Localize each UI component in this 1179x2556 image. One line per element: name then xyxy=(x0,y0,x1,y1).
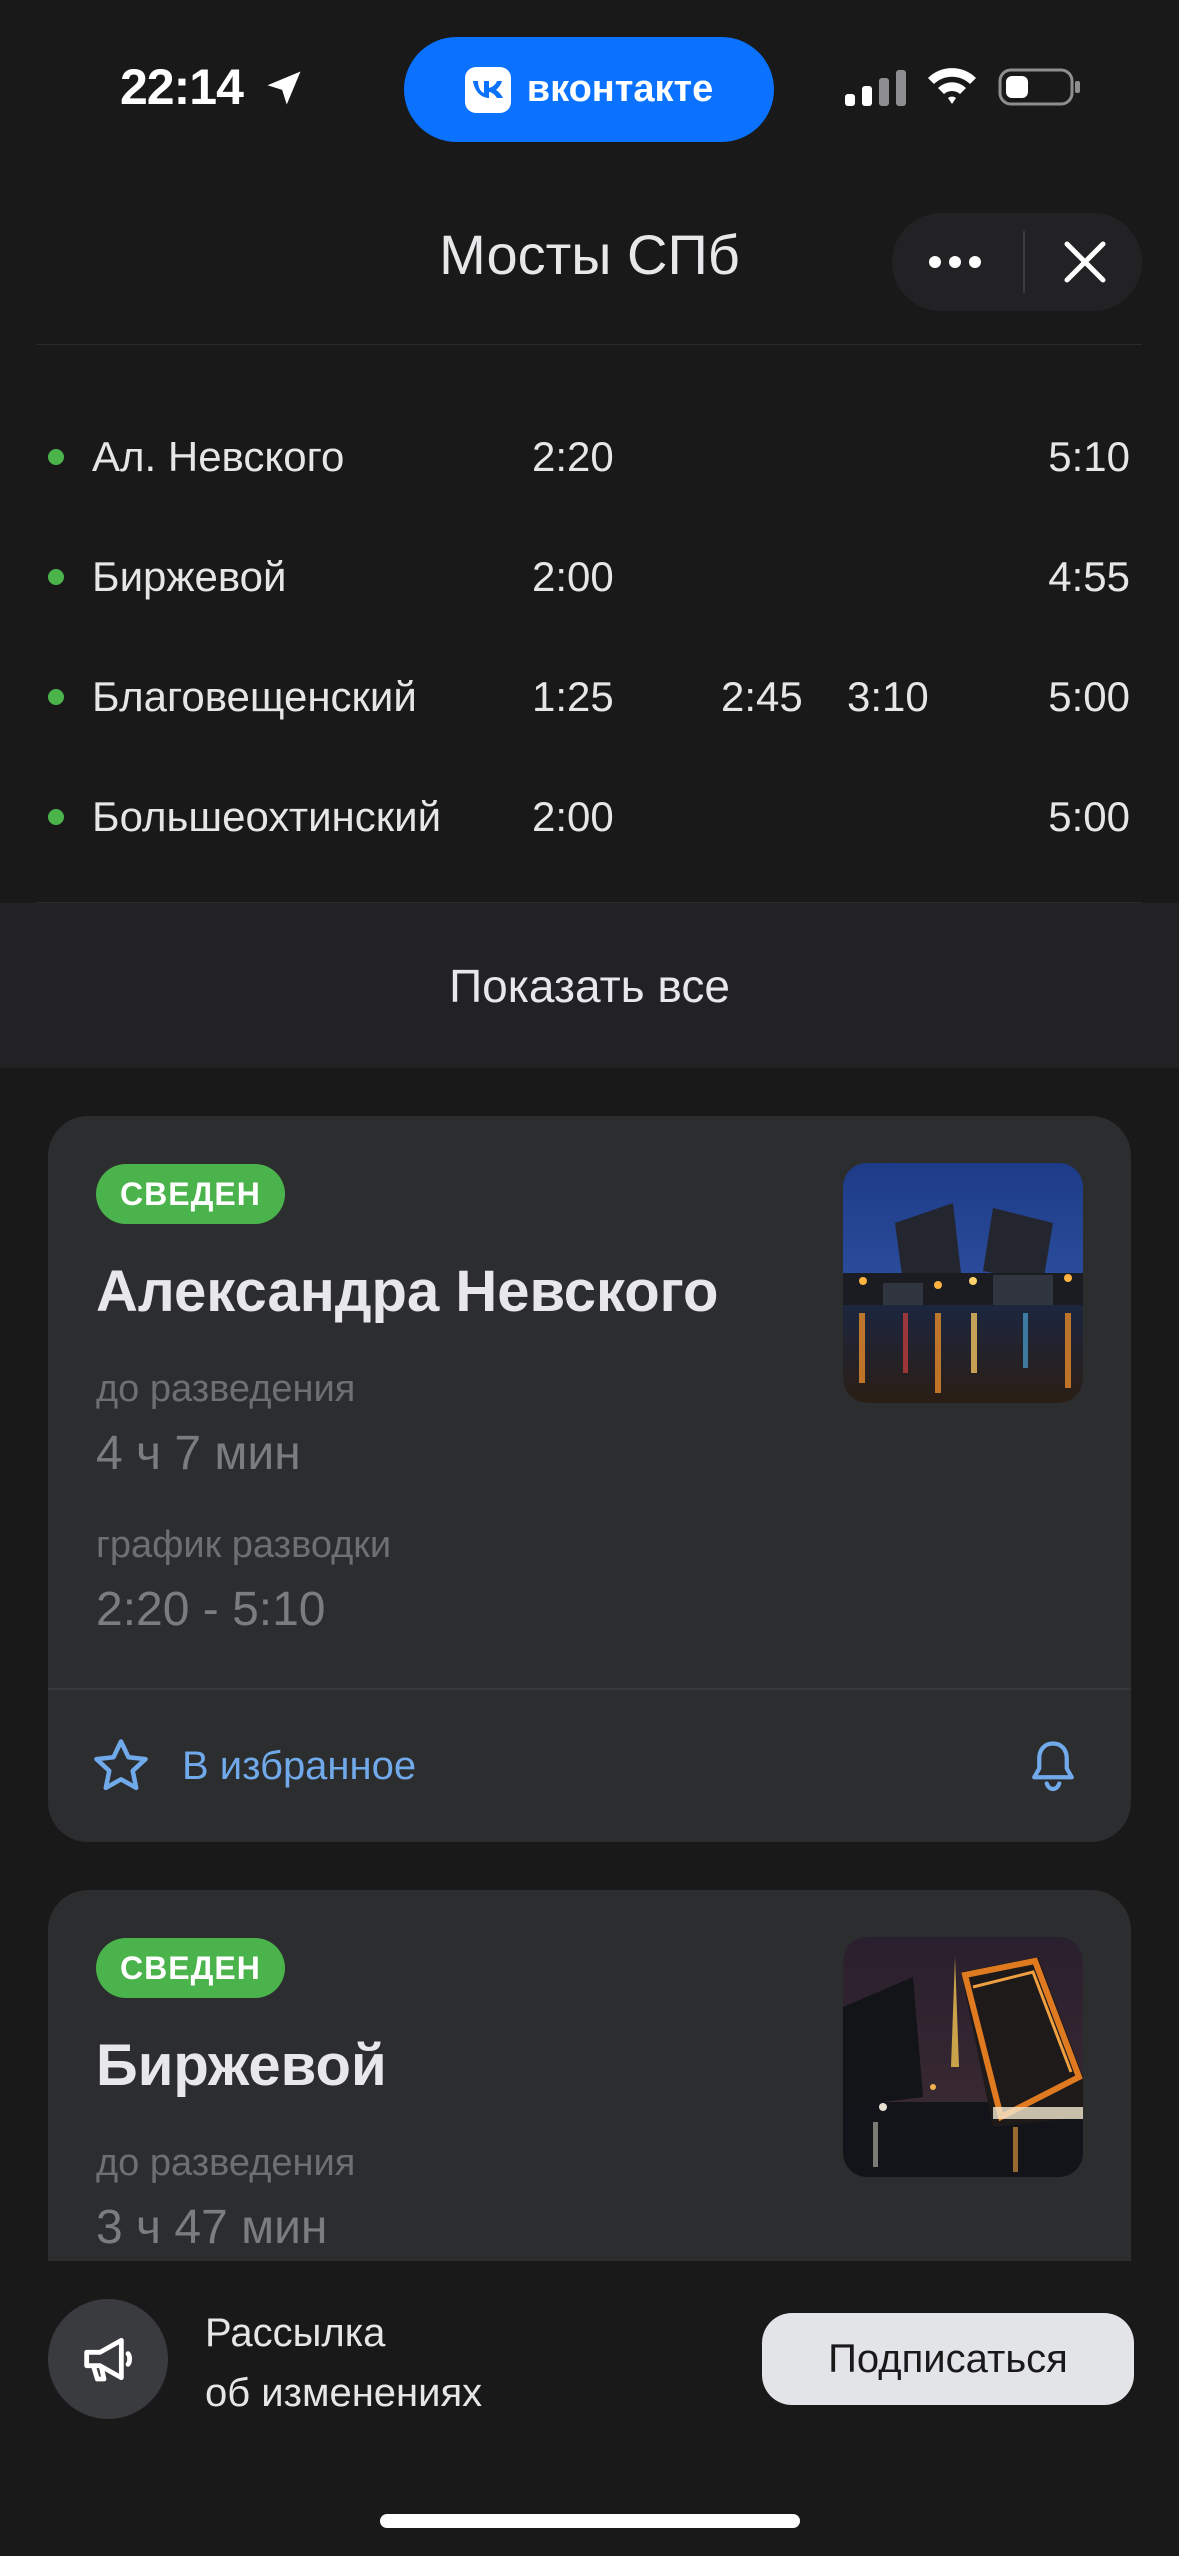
bridge-title: Биржевой xyxy=(96,2033,387,2098)
time-cell: 3:10 xyxy=(847,673,929,720)
bridge-name: Благовещенский xyxy=(92,673,417,720)
header-controls xyxy=(892,213,1142,311)
subscribe-button[interactable]: Подписаться xyxy=(762,2313,1134,2405)
status-dot xyxy=(48,689,64,705)
bell-icon xyxy=(1032,1741,1074,1792)
controls-divider xyxy=(1023,231,1025,293)
favorites-label: В избранное xyxy=(182,1743,417,1788)
bridge-name: Биржевой xyxy=(92,553,287,600)
bridge-photo xyxy=(843,1163,1083,1403)
until-value: 3 ч 47 мин xyxy=(96,2201,328,2254)
time-cell: 5:00 xyxy=(1048,673,1130,720)
vk-label: вконтакте xyxy=(526,68,714,110)
vk-app-pill[interactable]: вконтакте xyxy=(404,37,774,142)
more-horizontal-icon xyxy=(928,256,981,268)
close-icon xyxy=(1064,241,1105,283)
close-button[interactable] xyxy=(1027,213,1142,311)
subscribe-line-1: Рассылка xyxy=(205,2311,386,2355)
status-dot xyxy=(48,569,64,585)
more-button[interactable] xyxy=(892,213,1017,311)
schedule-table: Ал. Невского 2:20 5:10 Биржевой 2:00 4:5… xyxy=(0,345,1179,905)
subscribe-text: Рассылка об изменениях xyxy=(205,2303,482,2423)
card-divider xyxy=(48,1688,1131,1690)
subscribe-bar: Рассылка об изменениях Подписаться xyxy=(0,2261,1179,2556)
status-dot xyxy=(48,809,64,825)
time-cell: 4:55 xyxy=(1048,553,1130,600)
bridge-name: Большеохтинский xyxy=(92,793,442,840)
bridge-photo xyxy=(843,1937,1083,2177)
status-dot xyxy=(48,449,64,465)
notify-button[interactable] xyxy=(1015,1728,1091,1804)
schedule-row[interactable]: Биржевой 2:00 4:55 xyxy=(0,517,1179,637)
bridge-card[interactable]: СВЕДЕН Александра Невского до разведения… xyxy=(48,1116,1131,1842)
show-all-button[interactable]: Показать все xyxy=(0,903,1179,1068)
location-arrow-icon xyxy=(267,71,301,105)
until-value: 4 ч 7 мин xyxy=(96,1427,301,1480)
until-label: до разведения xyxy=(96,1368,356,1410)
signal-icon xyxy=(845,70,906,106)
bridge-name: Ал. Невского xyxy=(92,433,345,480)
schedule-label: график разводки xyxy=(96,1524,392,1566)
wifi-icon xyxy=(928,68,976,104)
battery-icon xyxy=(998,68,1080,106)
bridge-card[interactable]: СВЕДЕН Биржевой до разведения 3 ч 47 мин xyxy=(48,1890,1131,2310)
app-header: Мосты СПб xyxy=(0,180,1179,345)
megaphone-avatar xyxy=(48,2299,168,2419)
status-badge: СВЕДЕН xyxy=(96,1164,285,1224)
status-time: 22:14 xyxy=(120,59,244,115)
megaphone-icon xyxy=(84,2337,132,2382)
show-all-label: Показать все xyxy=(449,959,730,1012)
schedule-row[interactable]: Ал. Невского 2:20 5:10 xyxy=(0,397,1179,517)
time-cell: 2:20 xyxy=(532,433,614,480)
subscribe-line-2: об изменениях xyxy=(205,2371,483,2415)
time-cell: 2:00 xyxy=(532,553,614,600)
status-bar: 22:14 вконтакте xyxy=(0,0,1179,180)
app-screen: 22:14 вконтакте Мосты СПб Ал. Невского 2… xyxy=(0,0,1179,2556)
add-to-favorites-button[interactable]: В избранное xyxy=(88,1726,416,1806)
schedule-row[interactable]: Благовещенский 1:25 2:45 3:10 5:00 xyxy=(0,637,1179,757)
time-cell: 1:25 xyxy=(532,673,614,720)
time-cell: 5:10 xyxy=(1048,433,1130,480)
until-label: до разведения xyxy=(96,2142,356,2184)
time-cell: 5:00 xyxy=(1048,793,1130,840)
vk-logo-icon xyxy=(464,66,511,113)
time-cell: 2:45 xyxy=(721,673,803,720)
bridge-title: Александра Невского xyxy=(96,1259,719,1324)
star-icon xyxy=(94,1739,148,1791)
home-indicator[interactable] xyxy=(380,2514,800,2528)
schedule-row[interactable]: Большеохтинский 2:00 5:00 xyxy=(0,757,1179,877)
time-cell: 2:00 xyxy=(532,793,614,840)
schedule-value: 2:20 - 5:10 xyxy=(96,1583,326,1636)
status-badge: СВЕДЕН xyxy=(96,1938,285,1998)
